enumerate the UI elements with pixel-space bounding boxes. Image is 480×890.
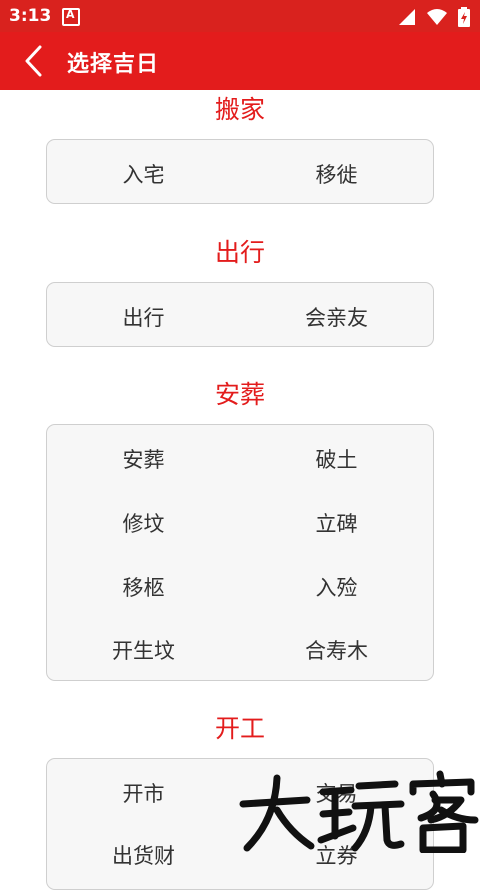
status-bar: 3:13 A xyxy=(0,0,480,32)
page-title: 选择吉日 xyxy=(67,52,160,77)
card-start-work: 开市 交易 出货财 立券 xyxy=(46,758,434,890)
option-item[interactable]: 移柩 xyxy=(47,572,240,602)
section-title-start-work: 开工 xyxy=(214,714,265,743)
card-row: 移柩 入殓 xyxy=(47,572,433,602)
section-title-moving: 搬家 xyxy=(214,95,265,124)
option-item[interactable]: 立券 xyxy=(240,840,433,870)
option-item[interactable]: 破土 xyxy=(240,444,433,474)
card-row: 开市 交易 xyxy=(47,778,433,808)
option-item[interactable]: 入宅 xyxy=(47,159,240,189)
card-row: 安葬 破土 xyxy=(47,444,433,474)
section-title-travel: 出行 xyxy=(214,238,265,267)
app-bar: 选择吉日 xyxy=(0,32,480,90)
signal-icon xyxy=(399,9,415,25)
option-item[interactable]: 安葬 xyxy=(47,444,240,474)
option-item[interactable]: 开市 xyxy=(47,778,240,808)
section-title-burial: 安葬 xyxy=(214,380,265,409)
option-item[interactable]: 修坟 xyxy=(47,508,240,538)
card-travel: 出行 会亲友 xyxy=(46,282,434,347)
card-row: 出货财 立券 xyxy=(47,840,433,870)
battery-icon xyxy=(458,7,470,27)
option-item[interactable]: 入殓 xyxy=(240,572,433,602)
back-arrow-icon[interactable] xyxy=(20,44,50,78)
card-row: 出行 会亲友 xyxy=(47,302,433,332)
option-item[interactable]: 交易 xyxy=(240,778,433,808)
option-item[interactable]: 开生坟 xyxy=(47,635,240,665)
option-item[interactable]: 移徙 xyxy=(240,159,433,189)
card-row: 修坟 立碑 xyxy=(47,508,433,538)
wifi-icon xyxy=(427,9,447,25)
card-burial: 安葬 破土 修坟 立碑 移柩 入殓 开生坟 合寿木 xyxy=(46,424,434,681)
option-item[interactable]: 会亲友 xyxy=(240,302,433,332)
notification-icon: A xyxy=(62,8,80,26)
card-moving: 入宅 移徙 xyxy=(46,139,434,204)
card-row: 开生坟 合寿木 xyxy=(47,635,433,665)
card-row: 入宅 移徙 xyxy=(47,159,433,189)
system-icons xyxy=(398,7,470,27)
option-item[interactable]: 出货财 xyxy=(47,840,240,870)
option-item[interactable]: 合寿木 xyxy=(240,635,433,665)
option-item[interactable]: 立碑 xyxy=(240,508,433,538)
notification-letter: A xyxy=(66,8,75,21)
status-time: 3:13 xyxy=(9,6,52,26)
option-item[interactable]: 出行 xyxy=(47,302,240,332)
